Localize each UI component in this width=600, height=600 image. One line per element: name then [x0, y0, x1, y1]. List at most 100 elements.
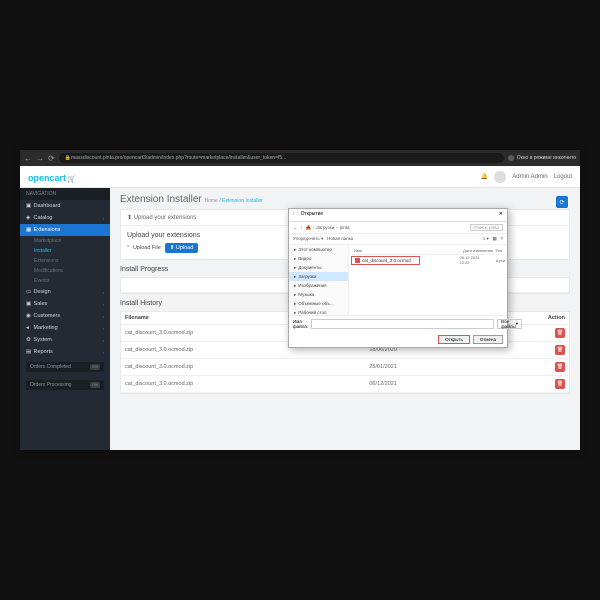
url-bar[interactable]: 🔒 massdiscount.pinta.pro/opencart3/admin… [59, 153, 504, 163]
table-row: cat_discount_3.0.ocmod.zip25/01/2021 🗑 [121, 359, 569, 376]
share-icon: ◂ [26, 325, 32, 331]
delete-button[interactable]: 🗑 [555, 345, 565, 355]
open-button[interactable]: Открыть [438, 335, 470, 344]
dialog-sidebar: ▸ Этот компьютер▸ Видео▸ Документы▸ Загр… [289, 245, 349, 315]
file-open-dialog: 🗁 Открытие ✕ ← ↑ 📥 › Загрузки › pinta По… [288, 208, 508, 348]
bell-icon[interactable]: 🔔 [481, 173, 488, 180]
sidebar-sub-events[interactable]: Events [20, 276, 110, 286]
dialog-side-item[interactable]: ▸ Объемные объ... [289, 299, 348, 308]
folder-icon: ▸ [294, 256, 296, 262]
sidebar-item-sales[interactable]: ▣ Sales› [20, 298, 110, 310]
incognito-indicator: Окно в режиме инкогнито [508, 155, 576, 161]
sidebar-sub-modifications[interactable]: Modifications [20, 266, 110, 276]
dashboard-icon: ▣ [26, 203, 32, 209]
nav-back-icon[interactable]: ← [293, 225, 298, 230]
incognito-label: Окно в режиме инкогнито [517, 155, 576, 161]
file-date: 06.12.2021 10:22 [460, 255, 490, 265]
cell-date: 25/01/2021 [365, 359, 488, 376]
chevron-right-icon: › [103, 338, 104, 343]
filename-input[interactable] [311, 319, 494, 329]
logo-text: opencart [28, 173, 66, 183]
sidebar-item-customers[interactable]: ◉ Customers› [20, 310, 110, 322]
new-folder-button[interactable]: Новая папка [327, 236, 353, 241]
filetype-filter[interactable]: Все файлы ▾ [497, 319, 522, 329]
chart-icon: ▤ [26, 349, 32, 355]
close-icon[interactable]: ✕ [499, 211, 503, 219]
back-icon[interactable]: ← [24, 154, 32, 163]
dialog-side-item[interactable]: ▸ Загрузки [289, 272, 348, 281]
dialog-side-item[interactable]: ▸ Видео [289, 254, 348, 263]
sidebar-item-marketing[interactable]: ◂ Marketing› [20, 322, 110, 334]
file-item-selected[interactable]: cat_discount_3.0.ocmod [351, 256, 420, 265]
sidebar-item-dashboard[interactable]: ▣ Dashboard [20, 200, 110, 212]
dialog-side-item[interactable]: ▸ Этот компьютер [289, 245, 348, 254]
delete-button[interactable]: 🗑 [555, 362, 565, 372]
dialog-side-item[interactable]: ▸ Рабочий стол [289, 308, 348, 317]
url-text: massdiscount.pinta.pro/opencart3/admin/i… [71, 155, 286, 161]
incognito-icon [508, 155, 514, 161]
browser-window: ← → ⟳ 🔒 massdiscount.pinta.pro/opencart3… [20, 150, 580, 450]
status-orders-completed: Orders Completed0% [26, 362, 104, 372]
breadcrumb-home[interactable]: Home [205, 198, 218, 204]
cell-filename: cat_discount_3.0.ocmod.zip [121, 359, 365, 376]
view-options[interactable]: ≡ ▾ ▦ ? [483, 236, 503, 242]
path-breadcrumb[interactable]: 📥 › Загрузки › pinta [306, 225, 350, 231]
folder-icon: ▸ [294, 247, 296, 253]
avatar[interactable] [494, 171, 506, 183]
display-icon: ▭ [26, 289, 32, 295]
user-icon: ◉ [26, 313, 32, 319]
cell-date: 06/12/2021 [365, 376, 488, 393]
cart-icon: ▣ [26, 301, 32, 307]
sidebar-sub-marketplace[interactable]: Marketplace [20, 236, 110, 246]
sidebar-item-catalog[interactable]: ◈ Catalog› [20, 212, 110, 224]
tag-icon: ◈ [26, 215, 32, 221]
delete-button[interactable]: 🗑 [555, 328, 565, 338]
filename-label: Имя файла: [293, 319, 308, 329]
nav-heading: NAVIGATION [20, 188, 110, 200]
chevron-right-icon: › [103, 326, 104, 331]
folder-icon: ▸ [294, 310, 296, 316]
file-type: Архи [496, 258, 505, 263]
dialog-side-item[interactable]: ▸ Музыка [289, 290, 348, 299]
reload-icon[interactable]: ⟳ [48, 154, 55, 163]
dialog-path-bar: ← ↑ 📥 › Загрузки › pinta Поиск: pinta [289, 222, 507, 234]
page-title: Extension Installer Home / Extension Ins… [120, 194, 570, 205]
chevron-right-icon: › [103, 290, 104, 295]
dialog-side-item[interactable]: ▸ Изображения [289, 281, 348, 290]
sidebar-item-system[interactable]: ⚙ System› [20, 334, 110, 346]
sidebar-sub-extensions[interactable]: Extensions [20, 256, 110, 266]
folder-icon: ▸ [294, 283, 296, 289]
browser-chrome: ← → ⟳ 🔒 massdiscount.pinta.pro/opencart3… [20, 150, 580, 166]
folder-icon: ▸ [294, 265, 296, 271]
sidebar-item-design[interactable]: ▭ Design› [20, 286, 110, 298]
dialog-side-item[interactable]: ▸ Документы [289, 263, 348, 272]
logo: opencart🛒 [28, 168, 76, 186]
dialog-search[interactable]: Поиск: pinta [470, 224, 503, 231]
dialog-titlebar: 🗁 Открытие ✕ [289, 209, 507, 222]
table-row: cat_discount_3.0.ocmod.zip06/12/2021 🗑 [121, 376, 569, 393]
cancel-button[interactable]: Отмена [473, 335, 503, 344]
app-header: opencart🛒 🔔 Admin Admin Logout [20, 166, 580, 188]
upload-button[interactable]: ⬆ Upload [165, 243, 199, 253]
refresh-button[interactable]: ⟳ [556, 196, 568, 208]
forward-icon[interactable]: → [36, 154, 44, 163]
dialog-toolbar: Упорядочить ▾ Новая папка ≡ ▾ ▦ ? [289, 234, 507, 245]
file-list-header: ИмяДата изменения Тип [351, 247, 505, 255]
folder-icon: ▸ [294, 301, 296, 307]
sidebar-item-reports[interactable]: ▤ Reports› [20, 346, 110, 358]
folder-icon: ▸ [294, 274, 296, 280]
sidebar: NAVIGATION ▣ Dashboard ◈ Catalog› ▦ Exte… [20, 188, 110, 450]
chevron-right-icon: › [103, 228, 104, 233]
organize-menu[interactable]: Упорядочить [293, 236, 320, 241]
username[interactable]: Admin Admin [512, 174, 547, 180]
nav-up-icon[interactable]: ↑ [301, 225, 303, 230]
gear-icon: ⚙ [26, 337, 32, 343]
user-area: 🔔 Admin Admin Logout [481, 171, 572, 183]
upload-label: Upload File [133, 245, 161, 251]
sidebar-sub-installer[interactable]: Installer [20, 246, 110, 256]
chevron-right-icon: › [103, 216, 104, 221]
sidebar-item-extensions[interactable]: ▦ Extensions› [20, 224, 110, 236]
cell-filename: cat_discount_3.0.ocmod.zip [121, 376, 365, 393]
logout-link[interactable]: Logout [554, 174, 572, 180]
delete-button[interactable]: 🗑 [555, 379, 565, 389]
